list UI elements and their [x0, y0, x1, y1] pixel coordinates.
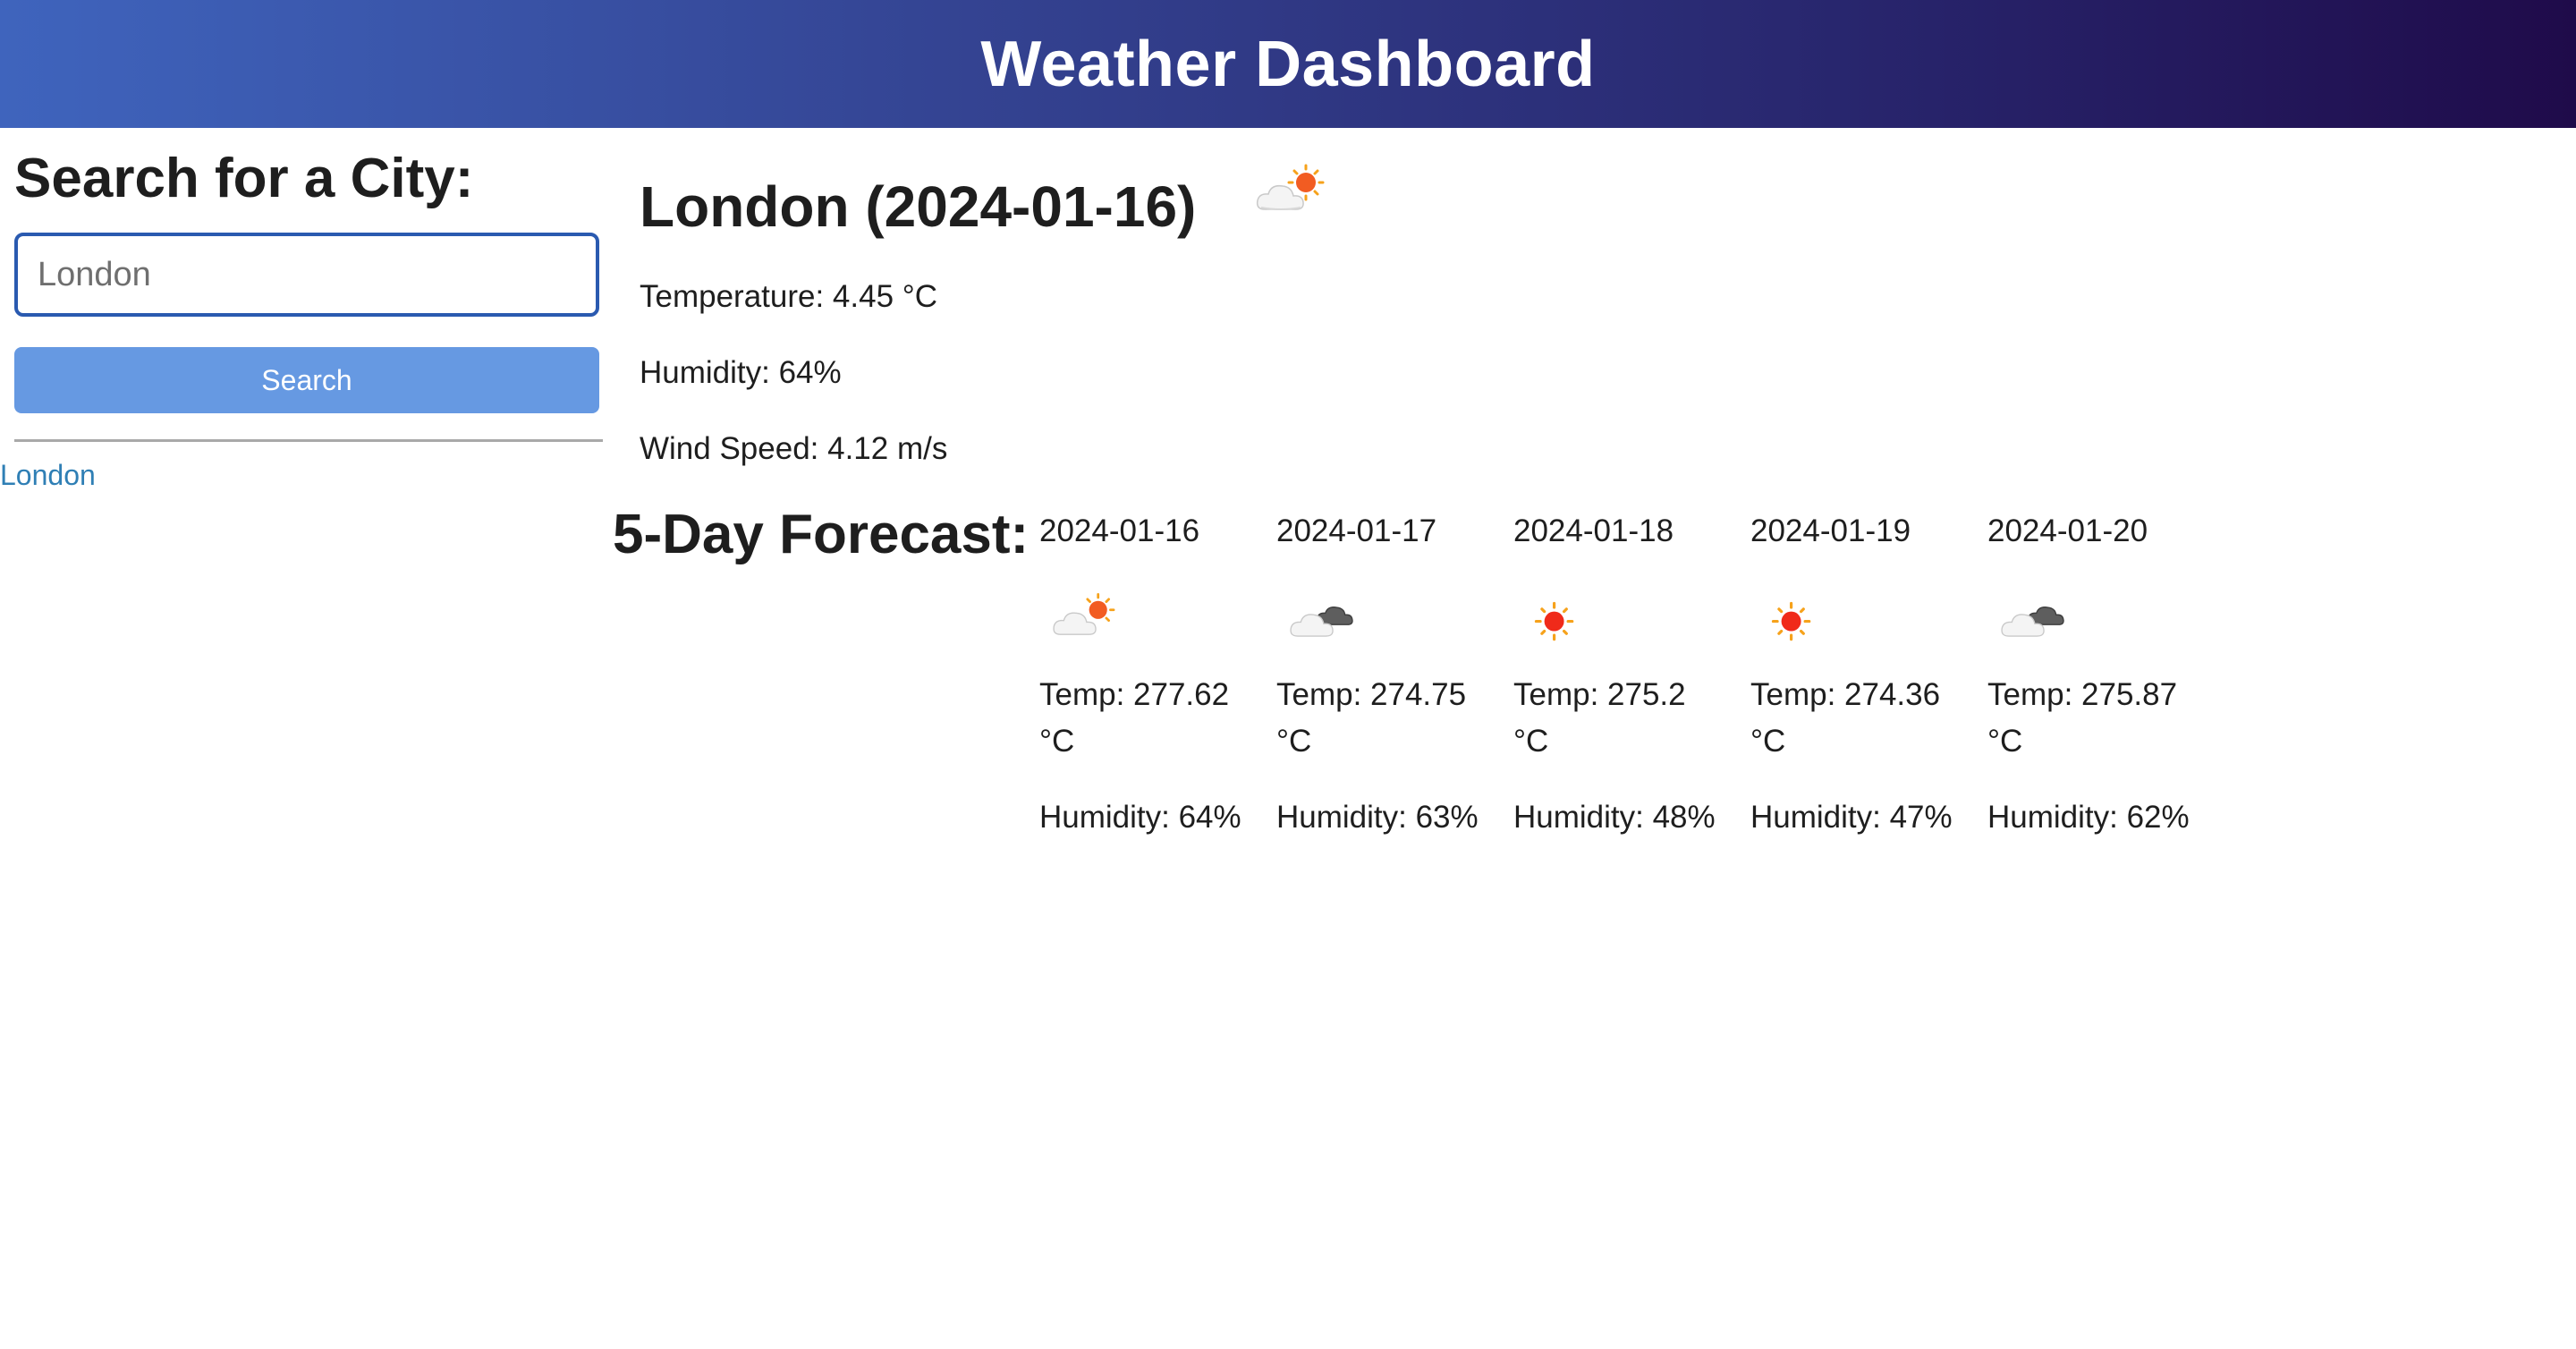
forecast-temp: Temp: 277.62 °C [1039, 677, 1230, 759]
partly-cloudy-sun-icon [1252, 159, 1333, 222]
cloudy-icon [1285, 589, 1360, 646]
forecast-humidity: Humidity: 48% [1513, 800, 1716, 835]
current-weather: London (2024-01-16) Temperature: 4.45 °C… [640, 164, 1892, 466]
forecast-heading: 5-Day Forecast: [613, 504, 1030, 565]
sun-icon [1522, 589, 1597, 646]
forecast-temp: Temp: 275.2 °C [1513, 677, 1686, 759]
sun-icon [1759, 589, 1835, 646]
current-temperature: Temperature: 4.45 °C [640, 279, 938, 314]
forecast-temp: Temp: 275.87 °C [1987, 677, 2178, 759]
forecast-temp: Temp: 274.36 °C [1750, 677, 1941, 759]
app-header: Weather Dashboard [0, 0, 2576, 128]
forecast-humidity: Humidity: 62% [1987, 800, 2190, 835]
forecast-date: 2024-01-17 [1276, 513, 1437, 548]
history-item-london[interactable]: London [0, 459, 96, 492]
forecast-humidity: Humidity: 64% [1039, 800, 1241, 835]
current-humidity: Humidity: 64% [640, 355, 842, 390]
forecast-humidity: Humidity: 63% [1276, 800, 1479, 835]
partly-cloudy-sun-icon [1048, 589, 1123, 646]
forecast-date: 2024-01-19 [1750, 513, 1911, 548]
forecast-temp: Temp: 274.75 °C [1276, 677, 1467, 759]
sidebar-divider [14, 439, 603, 442]
forecast-date: 2024-01-20 [1987, 513, 2148, 548]
forecast-date: 2024-01-16 [1039, 513, 1200, 548]
forecast-date: 2024-01-18 [1513, 513, 1674, 548]
app-title: Weather Dashboard [980, 28, 1596, 100]
current-city-title: London (2024-01-16) [640, 174, 1197, 239]
city-search-input[interactable] [14, 233, 599, 317]
sun-shape [1287, 164, 1325, 201]
search-button[interactable]: Search [14, 347, 599, 413]
current-wind-speed: Wind Speed: 4.12 m/s [640, 431, 948, 466]
cloudy-icon [1996, 589, 2072, 646]
search-heading: Search for a City: [14, 148, 474, 209]
forecast-humidity: Humidity: 47% [1750, 800, 1953, 835]
